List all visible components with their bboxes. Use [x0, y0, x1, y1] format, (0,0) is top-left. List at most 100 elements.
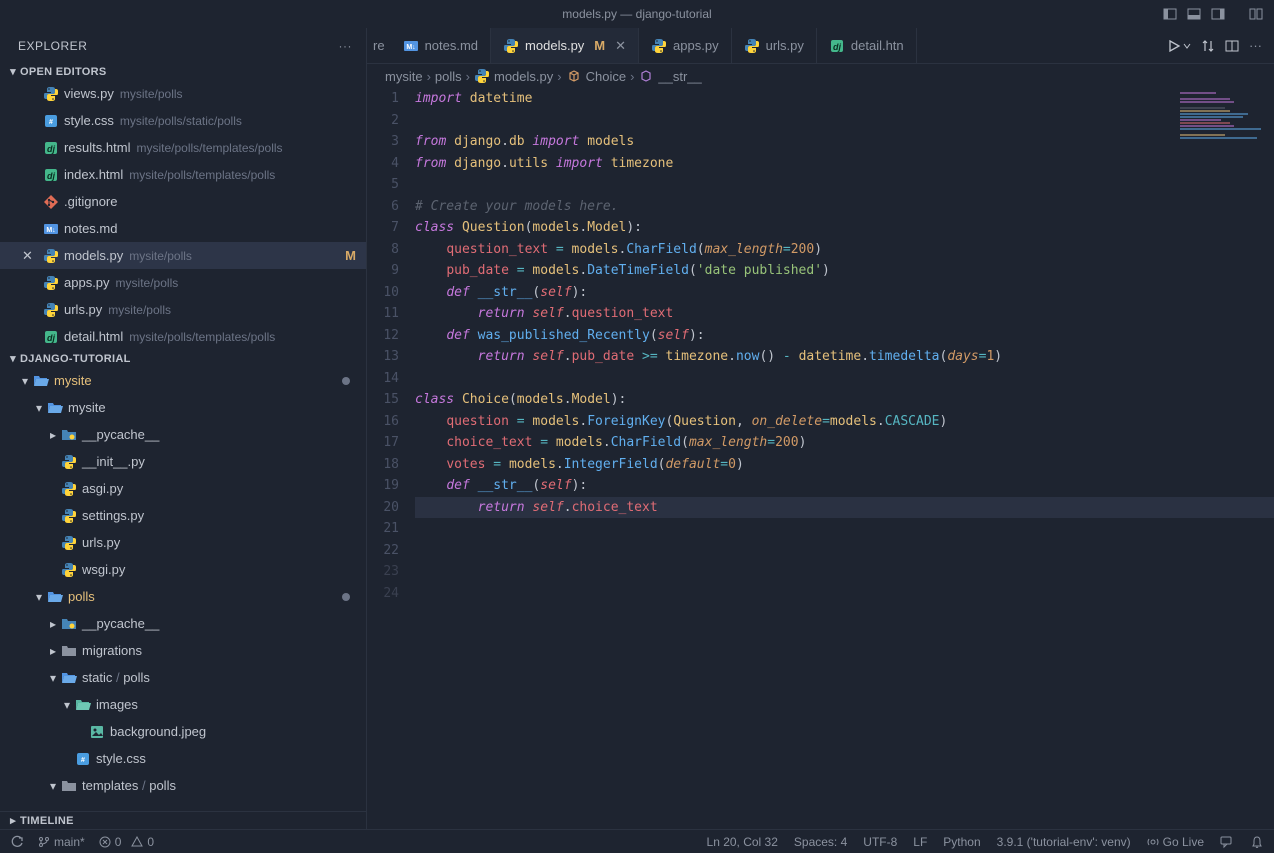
tree-item[interactable]: ▸__pycache__: [0, 610, 366, 637]
cursor-position[interactable]: Ln 20, Col 32: [707, 835, 778, 849]
code-line[interactable]: question = models.ForeignKey(Question, o…: [415, 411, 1274, 433]
chevron-down-icon[interactable]: ▾: [32, 401, 46, 415]
code-line[interactable]: [415, 561, 1274, 583]
tree-item[interactable]: wsgi.py: [0, 556, 366, 583]
panel-right-icon[interactable]: [1210, 6, 1226, 22]
branch-item[interactable]: main*: [38, 835, 85, 849]
tree-item[interactable]: urls.py: [0, 529, 366, 556]
open-editor-item[interactable]: urls.pymysite/polls: [0, 296, 366, 323]
code-line[interactable]: choice_text = models.CharField(max_lengt…: [415, 432, 1274, 454]
more-actions-icon[interactable]: ···: [1249, 38, 1262, 53]
encoding-item[interactable]: UTF-8: [863, 835, 897, 849]
tree-item[interactable]: settings.py: [0, 502, 366, 529]
tree-item[interactable]: ▸migrations: [0, 637, 366, 664]
code-line[interactable]: pub_date = models.DateTimeField('date pu…: [415, 260, 1274, 282]
tree-item[interactable]: ▾images: [0, 691, 366, 718]
tree-item[interactable]: ▾templates / polls: [0, 772, 366, 799]
code-line[interactable]: return self.question_text: [415, 303, 1274, 325]
code-line[interactable]: [415, 174, 1274, 196]
editor-tab[interactable]: djdetail.htn: [817, 28, 917, 63]
code-line[interactable]: [415, 540, 1274, 562]
eol-item[interactable]: LF: [913, 835, 927, 849]
code-line[interactable]: votes = models.IntegerField(default=0): [415, 454, 1274, 476]
chevron-down-icon[interactable]: ▾: [46, 779, 60, 793]
code-line[interactable]: from django.utils import timezone: [415, 153, 1274, 175]
tree-item[interactable]: #style.css: [0, 745, 366, 772]
code-line[interactable]: import datetime: [415, 88, 1274, 110]
code-line[interactable]: return self.choice_text: [415, 497, 1274, 519]
run-icon[interactable]: [1167, 39, 1181, 53]
close-icon[interactable]: ✕: [615, 38, 626, 54]
open-editors-section[interactable]: ▾ OPEN EDITORS: [0, 63, 366, 80]
code-line[interactable]: [415, 518, 1274, 540]
tree-item[interactable]: asgi.py: [0, 475, 366, 502]
editor-tab[interactable]: M↓notes.md: [391, 28, 491, 63]
go-live-item[interactable]: Go Live: [1147, 835, 1204, 849]
chevron-down-icon[interactable]: ▾: [46, 671, 60, 685]
tree-item[interactable]: __init__.py: [0, 448, 366, 475]
project-section[interactable]: ▾ DJANGO-TUTORIAL: [0, 350, 366, 367]
chevron-down-icon[interactable]: ▾: [18, 374, 32, 388]
explorer-actions-icon[interactable]: ···: [339, 39, 353, 53]
editor-tab[interactable]: urls.py: [732, 28, 817, 63]
feedback-icon[interactable]: [1220, 835, 1234, 849]
editor-tab[interactable]: apps.py: [639, 28, 732, 63]
open-editor-item[interactable]: djdetail.htmlmysite/polls/templates/poll…: [0, 323, 366, 350]
tree-item[interactable]: ▾mysite: [0, 394, 366, 421]
compare-icon[interactable]: [1201, 39, 1215, 53]
language-item[interactable]: Python: [943, 835, 980, 849]
breadcrumb-item[interactable]: polls: [435, 69, 462, 84]
chevron-down-icon[interactable]: ▾: [32, 590, 46, 604]
editor-tab[interactable]: models.pyM✕: [491, 28, 639, 63]
chevron-right-icon[interactable]: ▸: [46, 617, 60, 631]
minimap[interactable]: [1180, 92, 1270, 142]
remote-icon[interactable]: [10, 835, 24, 849]
chevron-right-icon[interactable]: ▸: [46, 428, 60, 442]
code-line[interactable]: def __str__(self):: [415, 475, 1274, 497]
tab-fragment[interactable]: re: [367, 28, 391, 63]
open-editor-item[interactable]: views.pymysite/polls: [0, 80, 366, 107]
tree-item[interactable]: ▾mysite: [0, 367, 366, 394]
code-editor[interactable]: 123456789101112131415161718192021222324 …: [367, 88, 1274, 829]
breadcrumb-item[interactable]: models.py: [494, 69, 553, 84]
open-editor-item[interactable]: #style.cssmysite/polls/static/polls: [0, 107, 366, 134]
code-line[interactable]: return self.pub_date >= timezone.now() -…: [415, 346, 1274, 368]
spaces-item[interactable]: Spaces: 4: [794, 835, 847, 849]
code-line[interactable]: [415, 110, 1274, 132]
breadcrumb-item[interactable]: mysite: [385, 69, 423, 84]
chevron-right-icon[interactable]: ▸: [46, 644, 60, 658]
code-line[interactable]: def was_published_Recently(self):: [415, 325, 1274, 347]
run-dropdown-icon[interactable]: [1183, 42, 1191, 50]
code-line[interactable]: def __str__(self):: [415, 282, 1274, 304]
code-line[interactable]: from django.db import models: [415, 131, 1274, 153]
open-editor-item[interactable]: .gitignore: [0, 188, 366, 215]
close-icon[interactable]: ✕: [22, 248, 42, 264]
tree-item[interactable]: background.jpeg: [0, 718, 366, 745]
tree-item[interactable]: ▸__pycache__: [0, 421, 366, 448]
timeline-section[interactable]: ▸ TIMELINE: [0, 811, 366, 829]
code-line[interactable]: # Create your models here.: [415, 196, 1274, 218]
tree-item[interactable]: ▾polls: [0, 583, 366, 610]
breadcrumb-item[interactable]: __str__: [658, 69, 701, 84]
open-editor-item[interactable]: ✕models.pymysite/pollsM: [0, 242, 366, 269]
split-editor-icon[interactable]: [1225, 39, 1239, 53]
layout-icon[interactable]: [1248, 6, 1264, 22]
open-editor-item[interactable]: djresults.htmlmysite/polls/templates/pol…: [0, 134, 366, 161]
breadcrumb-item[interactable]: Choice: [586, 69, 626, 84]
panel-left-icon[interactable]: [1162, 6, 1178, 22]
tree-item[interactable]: ▾static / polls: [0, 664, 366, 691]
open-editor-item[interactable]: apps.pymysite/polls: [0, 269, 366, 296]
python-env-item[interactable]: 3.9.1 ('tutorial-env': venv): [997, 835, 1131, 849]
open-editor-item[interactable]: djindex.htmlmysite/polls/templates/polls: [0, 161, 366, 188]
code-line[interactable]: [415, 583, 1274, 605]
open-editor-item[interactable]: M↓notes.md: [0, 215, 366, 242]
code-line[interactable]: class Question(models.Model):: [415, 217, 1274, 239]
errors-item[interactable]: 0 0: [99, 835, 154, 849]
code-line[interactable]: class Choice(models.Model):: [415, 389, 1274, 411]
bell-icon[interactable]: [1250, 835, 1264, 849]
panel-bottom-icon[interactable]: [1186, 6, 1202, 22]
code-line[interactable]: [415, 368, 1274, 390]
code-line[interactable]: question_text = models.CharField(max_len…: [415, 239, 1274, 261]
breadcrumb[interactable]: mysite›polls›models.py›Choice›__str__: [367, 64, 1274, 88]
chevron-down-icon[interactable]: ▾: [60, 698, 74, 712]
